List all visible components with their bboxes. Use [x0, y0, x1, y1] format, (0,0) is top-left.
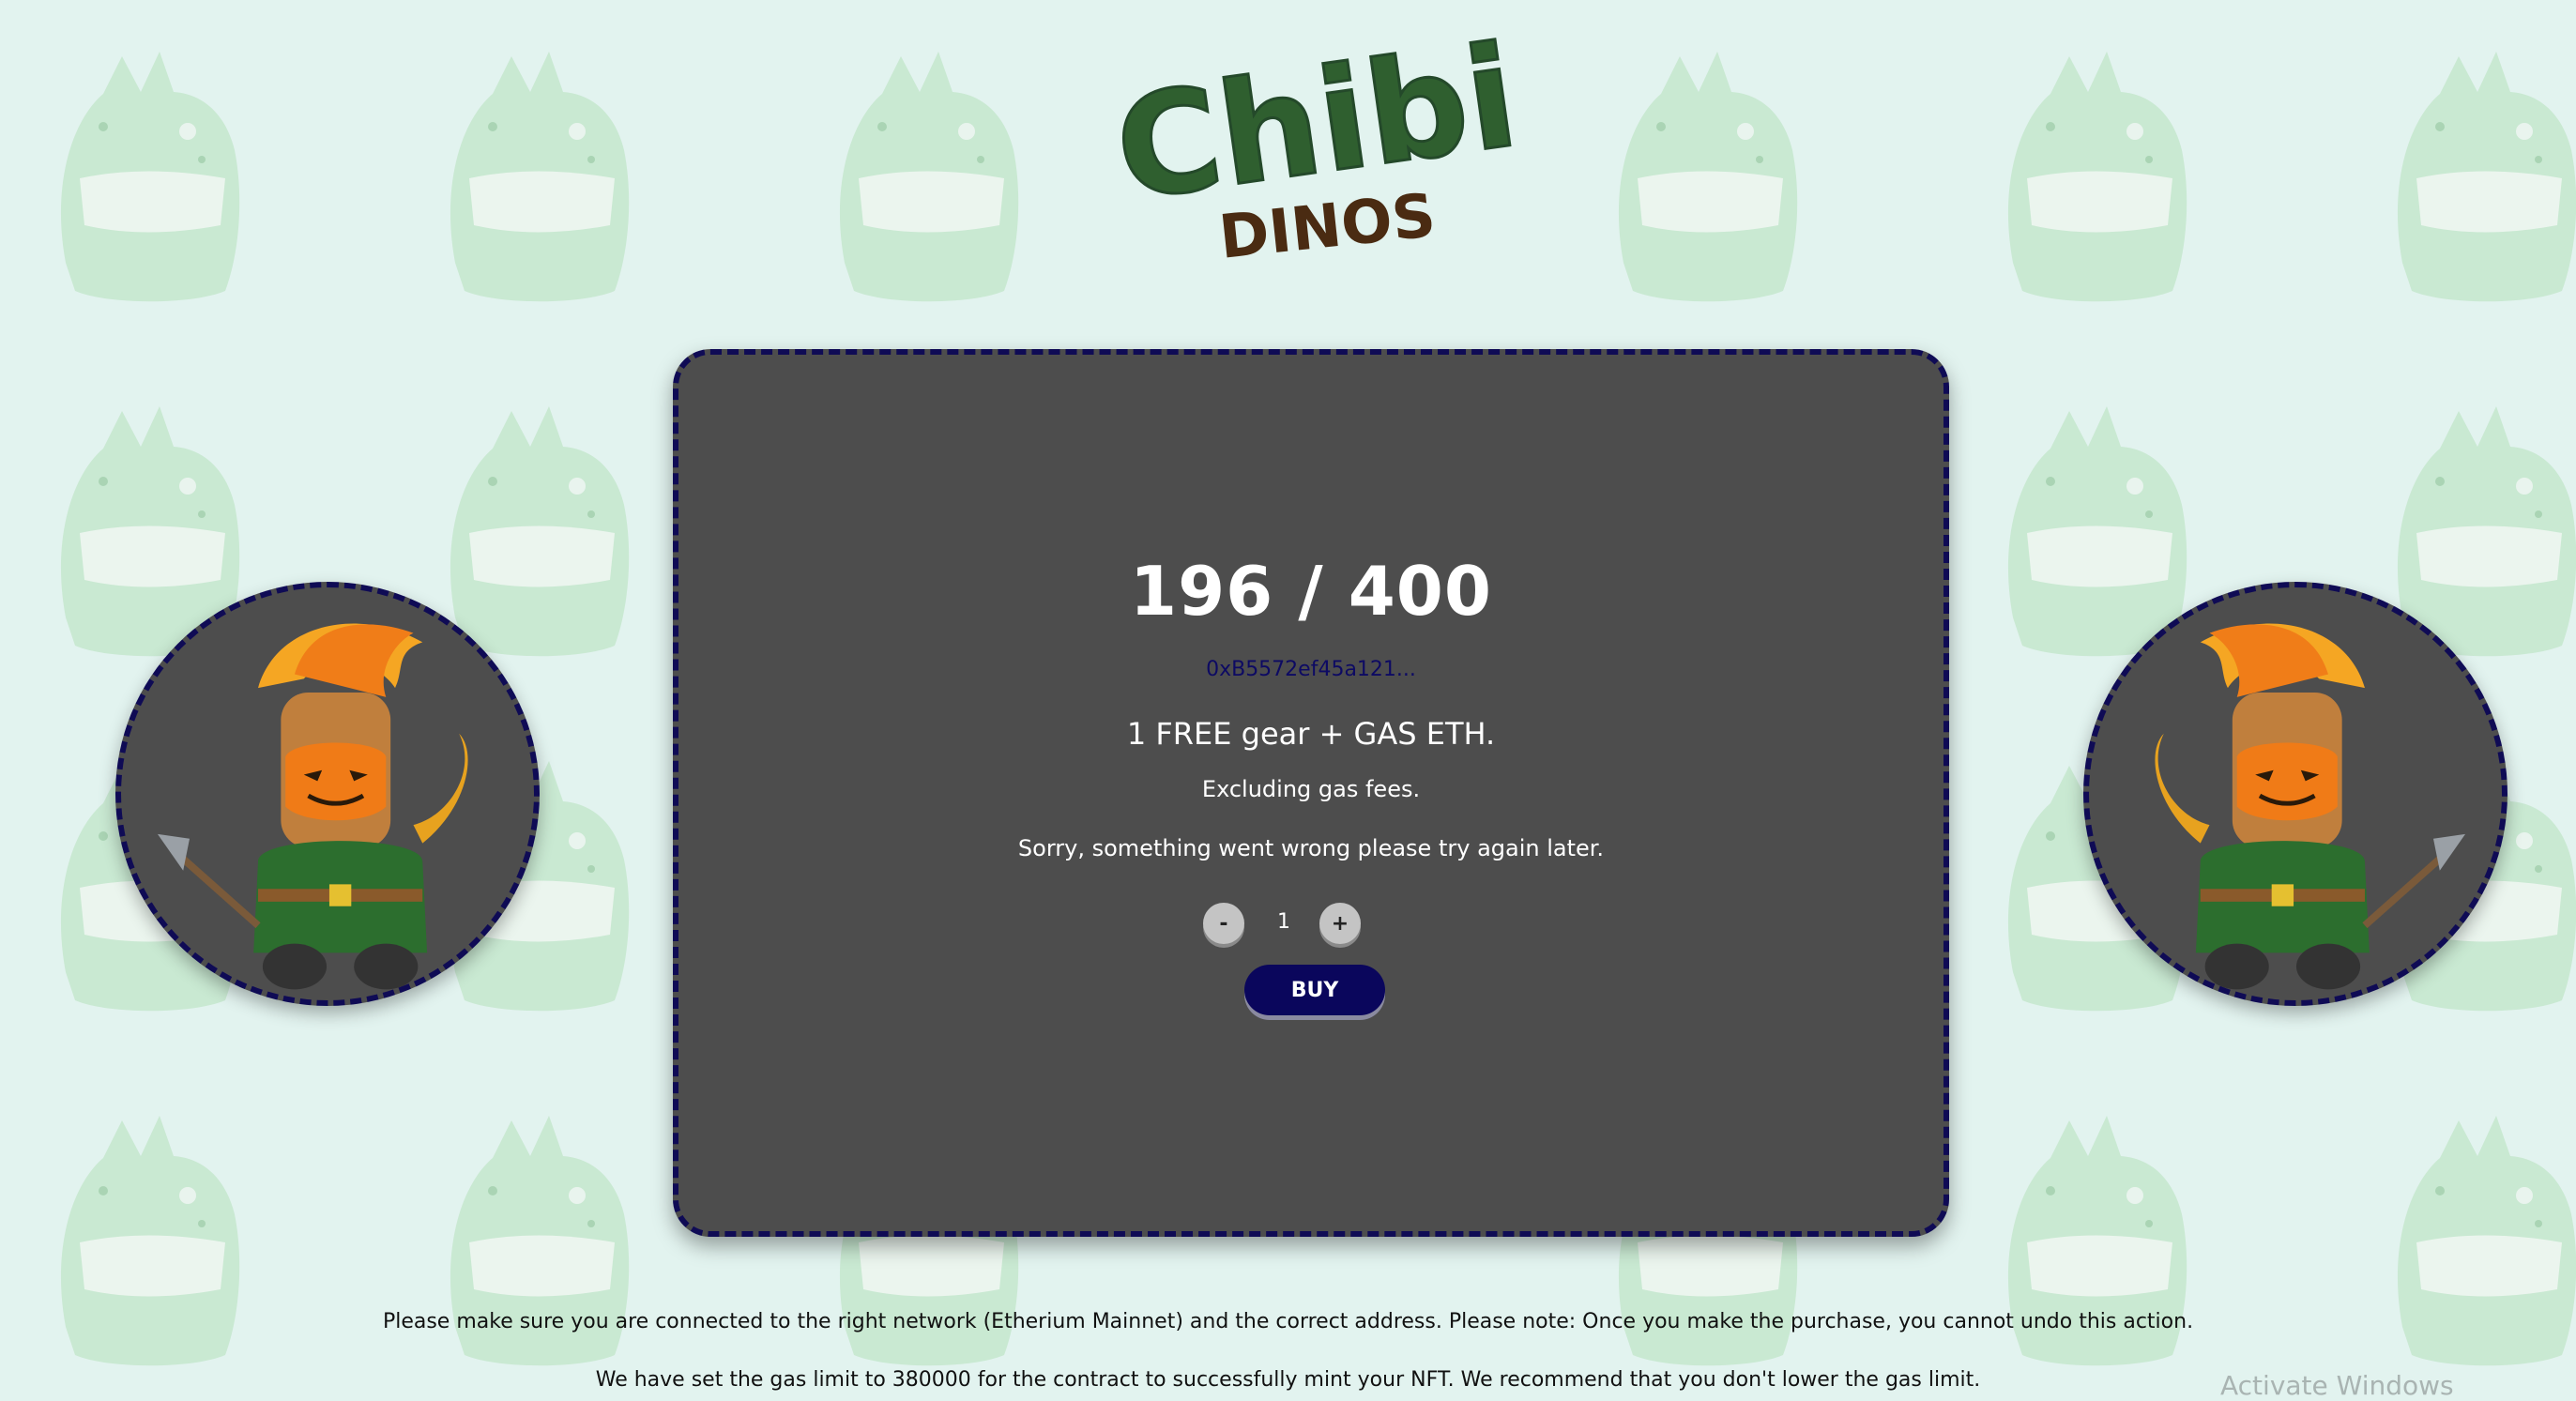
- offer-text: 1 FREE gear + GAS ETH.: [1126, 716, 1496, 752]
- chibi-dinos-logo: Chibi DINOS: [1121, 17, 1516, 270]
- network-notice: Please make sure you are connected to th…: [382, 1310, 2194, 1333]
- quantity-value: 1: [1277, 910, 1290, 934]
- mint-counter: 196 / 400: [1129, 552, 1492, 631]
- mint-panel: 196 / 400 0xB5572ef45a121... 1 FREE gear…: [673, 349, 1949, 1237]
- gas-fee-note: Excluding gas fees.: [1201, 776, 1421, 802]
- buy-button[interactable]: BUY: [1244, 965, 1385, 1015]
- nft-preview-left: [115, 582, 540, 1006]
- increment-button[interactable]: +: [1319, 903, 1361, 944]
- decrement-button[interactable]: -: [1203, 903, 1244, 944]
- error-message: Sorry, something went wrong please try a…: [1017, 835, 1605, 861]
- gas-limit-notice: We have set the gas limit to 380000 for …: [595, 1368, 1981, 1392]
- nft-preview-right: [2083, 582, 2507, 1006]
- pumpkin-warrior-dino-icon: [157, 623, 468, 990]
- pumpkin-warrior-dino-icon: [2155, 623, 2466, 990]
- activate-windows-watermark: Activate Windows: [2220, 1370, 2454, 1401]
- wallet-address-link[interactable]: 0xB5572ef45a121...: [678, 658, 1943, 681]
